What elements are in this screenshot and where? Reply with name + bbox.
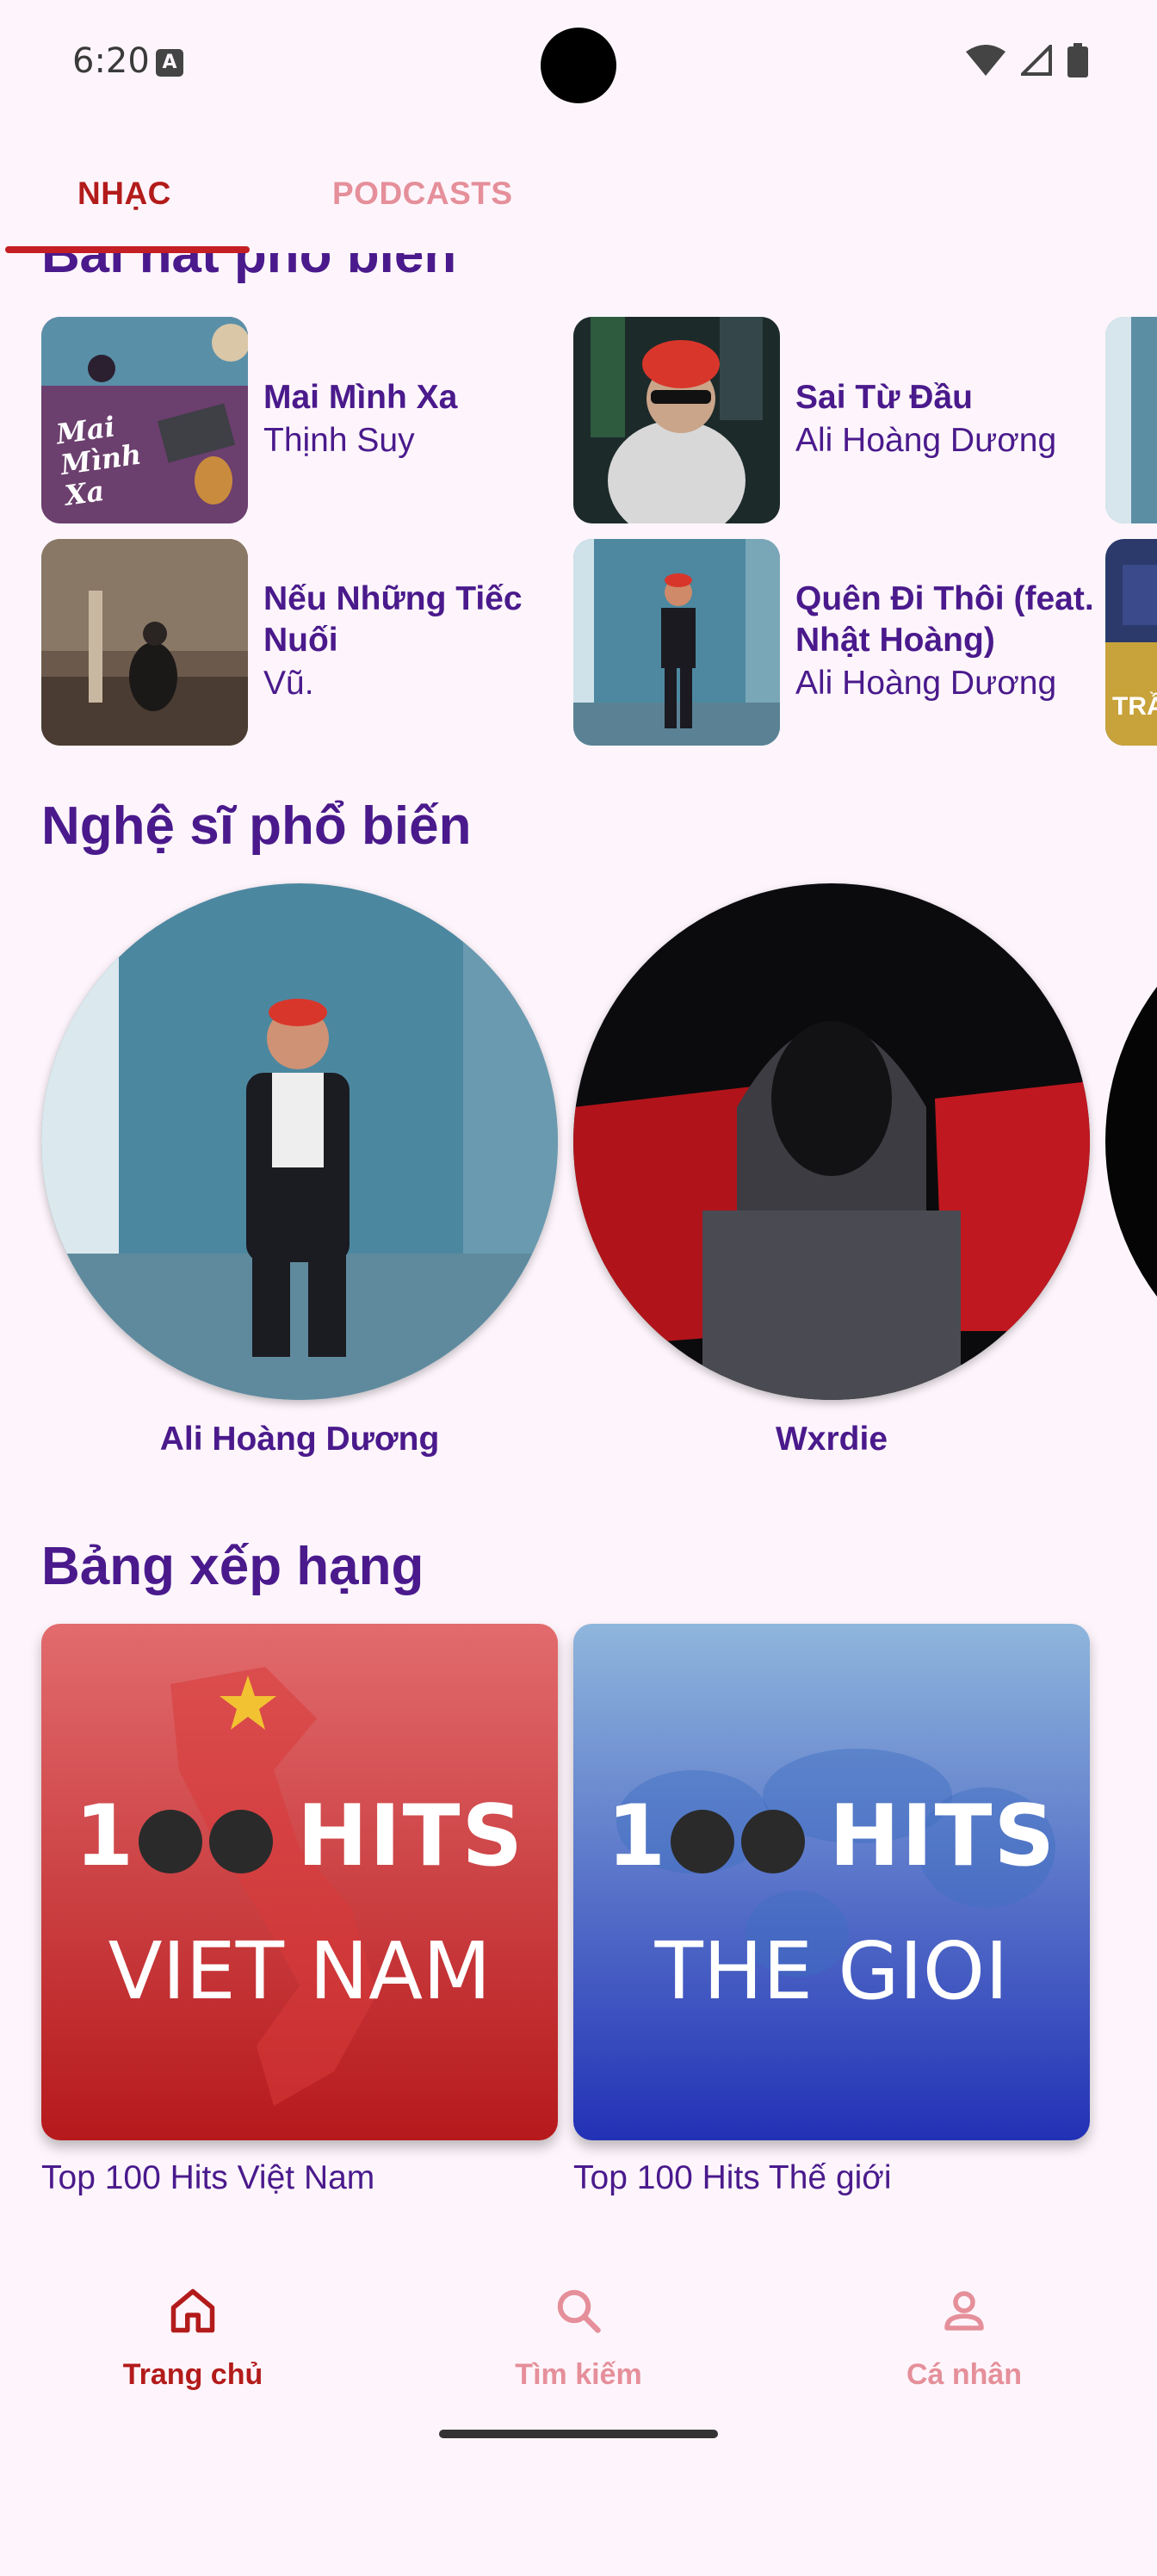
person-icon	[944, 2291, 984, 2331]
chart-card[interactable]: 1 HITS VIET NAM Top 100 Hits Việt Nam	[41, 1624, 558, 2197]
artist-name: Ali Hoàng Dương	[159, 1421, 440, 1458]
wave-icon	[139, 1810, 203, 1874]
wave-icon	[209, 1810, 274, 1874]
song-item[interactable]: Mai Mình Xa Mai Mình Xa Thịnh Suy	[41, 317, 566, 523]
chart-region: VIET NAM	[108, 1925, 492, 2017]
song-cover-peek[interactable]	[1105, 317, 1157, 523]
cover-title: Mai Mình Xa	[53, 410, 144, 512]
song-artist: Thịnh Suy	[263, 422, 415, 459]
tab-music[interactable]: NHẠC	[77, 176, 171, 212]
home-icon	[170, 2288, 215, 2333]
nav-search-label: Tìm kiếm	[515, 2358, 642, 2391]
song-cover	[573, 317, 780, 523]
song-artist: Vũ.	[263, 665, 314, 702]
popular-artists-heading: Nghệ sĩ phổ biến	[41, 796, 472, 856]
song-artist: Ali Hoàng Dương	[795, 665, 1057, 702]
chart-label: Top 100 Hits Thế giới	[573, 2159, 892, 2196]
charts-heading: Bảng xếp hạng	[41, 1537, 424, 1596]
song-artist: Ali Hoàng Dương	[795, 422, 1057, 459]
artist-avatar	[41, 883, 558, 1400]
tab-podcasts[interactable]: PODCASTS	[332, 176, 513, 212]
nav-profile-label: Cá nhân	[906, 2358, 1023, 2391]
artist-item[interactable]: Wxrdie	[573, 883, 1090, 1458]
status-time: 6:20	[72, 41, 150, 81]
nav-profile[interactable]: Cá nhân	[835, 2285, 1093, 2392]
song-cover: Mai Mình Xa	[41, 317, 248, 523]
chart-hits-title: 1 HITS	[606, 1787, 1057, 1886]
wifi-icon	[966, 45, 1005, 76]
tab-indicator	[5, 246, 250, 253]
song-title: Mai Mình Xa	[263, 379, 458, 416]
song-item[interactable]: Sai Từ Đầu Ali Hoàng Dương	[573, 317, 1098, 523]
wave-icon	[741, 1810, 806, 1874]
chart-cover: 1 HITS THE GIOI	[573, 1624, 1090, 2140]
status-icons	[966, 43, 1088, 77]
cover-text: TRẦ	[1112, 692, 1157, 721]
notification-icon: A	[156, 49, 183, 77]
song-title: Nếu Những Tiếc Nuối	[263, 580, 523, 659]
chart-label: Top 100 Hits Việt Nam	[41, 2159, 375, 2196]
nav-home[interactable]: Trang chủ	[64, 2285, 322, 2392]
artist-avatar	[573, 883, 1090, 1400]
search-icon	[557, 2289, 601, 2333]
popular-songs-heading: Bài hát phổ biến	[41, 253, 457, 284]
artist-avatar-peek[interactable]	[1105, 883, 1157, 1400]
artist-name: Wxrdie	[775, 1421, 888, 1458]
nav-home-label: Trang chủ	[122, 2358, 263, 2391]
song-title: Sai Từ Đầu	[795, 379, 973, 416]
song-cover-peek[interactable]: TRẦ	[1105, 539, 1157, 746]
song-cover	[573, 539, 780, 746]
bottom-navigation: Trang chủ Tìm kiếm Cá nhân	[0, 2251, 1157, 2576]
song-item[interactable]: Quên Đi Thôi (feat. Nhật Hoàng) Ali Hoàn…	[573, 539, 1098, 746]
nav-search[interactable]: Tìm kiếm	[449, 2285, 708, 2392]
wave-icon	[671, 1810, 735, 1874]
chart-cover: 1 HITS VIET NAM	[41, 1624, 558, 2140]
chart-region: THE GIOI	[654, 1925, 1009, 2017]
song-title: Quên Đi Thôi (feat. Nhật Hoàng)	[795, 580, 1094, 659]
chart-hits-title: 1 HITS	[74, 1787, 525, 1886]
chart-card[interactable]: 1 HITS THE GIOI Top 100 Hits Thế giới	[573, 1624, 1090, 2197]
song-item[interactable]: Nếu Những Tiếc Nuối Vũ.	[41, 539, 566, 746]
battery-icon	[1067, 43, 1088, 77]
artist-item[interactable]: Ali Hoàng Dương	[41, 883, 558, 1458]
top-tabs: NHẠC PODCASTS	[0, 164, 1157, 258]
home-scroll-content[interactable]: Bài hát phổ biến Mai Mình Xa Mai Mình Xa…	[0, 253, 1157, 2251]
cell-signal-icon	[1021, 45, 1052, 76]
gesture-bar[interactable]	[439, 2430, 718, 2438]
status-bar: 6:20 A	[0, 0, 1157, 129]
camera-cutout	[541, 28, 616, 103]
song-cover	[41, 539, 248, 746]
